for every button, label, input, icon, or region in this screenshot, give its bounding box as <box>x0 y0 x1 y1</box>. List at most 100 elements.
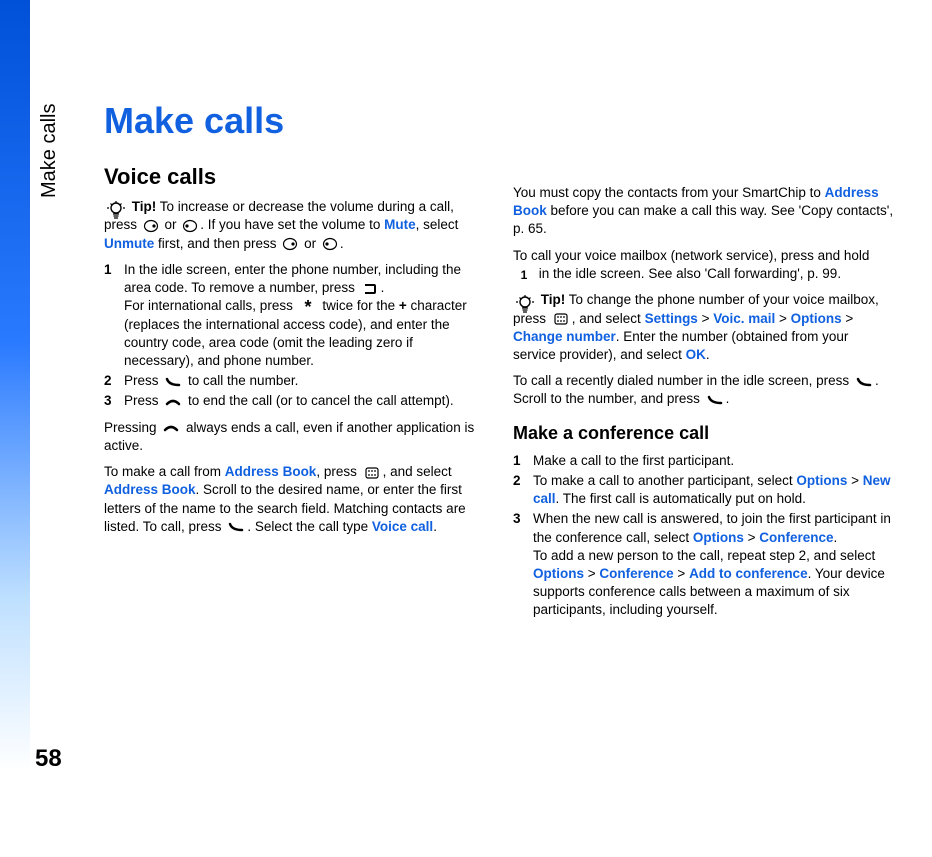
step-text: In the idle screen, enter the phone numb… <box>124 261 485 370</box>
content-area: Make calls Voice calls Tip! To increase … <box>104 100 894 628</box>
menu-key-icon <box>552 312 570 326</box>
step-1: 1 In the idle screen, enter the phone nu… <box>104 261 485 370</box>
link-unmute: Unmute <box>104 236 154 251</box>
conference-steps: 1 Make a call to the first participant. … <box>513 452 894 620</box>
t: , and select <box>383 464 452 479</box>
sidebar-gradient <box>0 0 30 857</box>
step-number: 3 <box>513 510 533 619</box>
t: . <box>433 519 437 534</box>
lightbulb-icon <box>106 200 126 218</box>
t: . <box>706 347 710 362</box>
lightbulb-icon <box>515 294 535 312</box>
t: Press <box>124 393 162 408</box>
t: To call your voice mailbox (network serv… <box>513 248 869 263</box>
tip-label: Tip! <box>132 199 157 214</box>
gt: > <box>698 311 713 326</box>
gt: > <box>842 311 854 326</box>
link-add-to-conference: Add to conference <box>689 566 808 581</box>
link-address-book: Address Book <box>225 464 317 479</box>
right-key-icon <box>143 219 159 233</box>
link-conference: Conference <box>599 566 673 581</box>
column-left: Make calls Voice calls Tip! To increase … <box>104 100 485 628</box>
conf-step-1: 1 Make a call to the first participant. <box>513 452 894 470</box>
step-text: Make a call to the first participant. <box>533 452 734 470</box>
t: , and select <box>572 311 645 326</box>
gt: > <box>847 473 862 488</box>
link-mute: Mute <box>384 217 416 232</box>
t: To make a call to another participant, s… <box>533 473 796 488</box>
end-key-icon <box>164 395 182 409</box>
gt: > <box>775 311 790 326</box>
section-voice-calls: Voice calls <box>104 164 485 190</box>
section-conference-call: Make a conference call <box>513 423 894 444</box>
step-number: 1 <box>513 452 533 470</box>
para-address-book: To make a call from Address Book, press … <box>104 463 485 536</box>
t: , select <box>416 217 459 232</box>
link-options: Options <box>791 311 842 326</box>
step-text: Press to call the number. <box>124 372 298 390</box>
para-recent: To call a recently dialed number in the … <box>513 372 894 408</box>
t: To make a call from <box>104 464 225 479</box>
svg-text:*: * <box>304 300 311 314</box>
page-number: 58 <box>35 745 62 773</box>
t: or <box>300 236 320 251</box>
call-key-icon <box>855 375 873 389</box>
tip-label: Tip! <box>541 292 566 307</box>
link-settings: Settings <box>645 311 698 326</box>
t: For international calls, press <box>124 298 297 313</box>
t: or <box>161 217 181 232</box>
t: Pressing <box>104 420 160 435</box>
step-3: 3 Press to end the call (or to cancel th… <box>104 392 485 410</box>
link-ok: OK <box>686 347 706 362</box>
para-voice-mailbox: To call your voice mailbox (network serv… <box>513 247 894 283</box>
side-label: Make calls <box>38 104 61 198</box>
t: to call the number. <box>184 373 298 388</box>
t: in the idle screen. See also 'Call forwa… <box>535 266 841 281</box>
link-address-book: Address Book <box>104 482 196 497</box>
t: , press <box>316 464 360 479</box>
t: Press <box>124 373 162 388</box>
link-options: Options <box>693 530 744 545</box>
step-number: 3 <box>104 392 124 410</box>
link-change-number: Change number <box>513 329 616 344</box>
t: . The first call is automatically put on… <box>556 491 806 506</box>
step-2: 2 Press to call the number. <box>104 372 485 390</box>
call-key-icon <box>164 375 182 389</box>
link-conference: Conference <box>759 530 833 545</box>
t: . If you have set the volume to <box>200 217 384 232</box>
end-key-icon <box>162 421 180 435</box>
voice-call-steps: 1 In the idle screen, enter the phone nu… <box>104 261 485 411</box>
plus-char: + <box>399 298 407 313</box>
column-right: You must copy the contacts from your Sma… <box>513 100 894 628</box>
link-voic-mail: Voic. mail <box>713 311 775 326</box>
left-key-icon <box>322 237 338 251</box>
page-title: Make calls <box>104 100 485 142</box>
gt: > <box>674 566 689 581</box>
para-pressing: Pressing always ends a call, even if ano… <box>104 419 485 455</box>
t: . Select the call type <box>247 519 372 534</box>
t: . <box>381 280 385 295</box>
link-options: Options <box>533 566 584 581</box>
t: To call a recently dialed number in the … <box>513 373 853 388</box>
t: You must copy the contacts from your Sma… <box>513 185 825 200</box>
call-key-icon <box>706 393 724 407</box>
step-number: 1 <box>104 261 124 370</box>
t: . <box>834 530 838 545</box>
t: before you can make a call this way. See… <box>513 203 893 236</box>
left-key-icon <box>182 219 198 233</box>
star-key-icon: * <box>299 300 317 314</box>
link-options: Options <box>796 473 847 488</box>
t: first, and then press <box>154 236 280 251</box>
t: to end the call (or to cancel the call a… <box>184 393 453 408</box>
conf-step-2: 2 To make a call to another participant,… <box>513 472 894 508</box>
t: To add a new person to the call, repeat … <box>533 548 875 563</box>
one-key-icon: 1 <box>515 267 533 281</box>
link-voice-call: Voice call <box>372 519 433 534</box>
t: . <box>340 236 344 251</box>
gt: > <box>744 530 759 545</box>
step-number: 2 <box>513 472 533 508</box>
step-text: When the new call is answered, to join t… <box>533 510 894 619</box>
para-copy-contacts: You must copy the contacts from your Sma… <box>513 184 894 239</box>
t: In the idle screen, enter the phone numb… <box>124 262 461 295</box>
step-text: Press to end the call (or to cancel the … <box>124 392 454 410</box>
